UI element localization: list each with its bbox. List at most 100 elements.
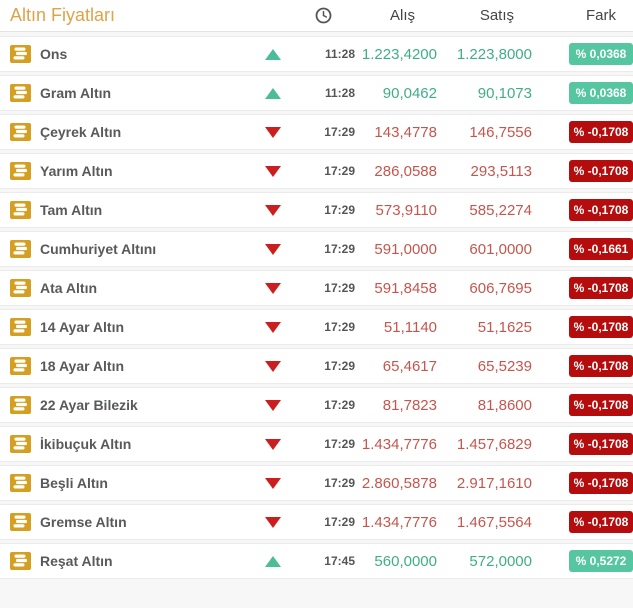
change-badge: % -0,1708 [569, 121, 633, 143]
gold-coins-icon [10, 318, 31, 336]
buy-price: 51,1140 [383, 318, 437, 336]
sell-price: 146,7556 [469, 123, 532, 141]
change-badge: % -0,1708 [569, 394, 633, 416]
update-time: 17:29 [324, 203, 355, 217]
trend-down-icon [265, 126, 281, 138]
instrument-name: Ons [40, 46, 68, 62]
update-time: 11:28 [324, 86, 355, 100]
gold-coins-icon [10, 45, 31, 63]
instrument-name: Beşli Altın [40, 475, 108, 491]
instrument-name: Çeyrek Altın [40, 124, 122, 140]
update-time: 17:29 [324, 437, 355, 451]
table-row[interactable]: Çeyrek Altın 17:29 143,4778 146,7556 % -… [0, 114, 633, 150]
table-row[interactable]: Reşat Altın 17:45 560,0000 572,0000 % 0,… [0, 543, 633, 579]
update-time: 17:29 [324, 515, 355, 529]
update-time: 17:29 [324, 125, 355, 139]
buy-price: 81,7823 [382, 396, 437, 414]
instrument-name: Tam Altın [40, 202, 103, 218]
sell-price: 2.917,1610 [456, 474, 532, 492]
buy-price: 560,0000 [374, 552, 437, 570]
table-row[interactable]: 18 Ayar Altın 17:29 65,4617 65,5239 % -0… [0, 348, 633, 384]
gold-coins-icon [10, 84, 31, 102]
page-title: Altın Fiyatları [10, 5, 116, 25]
update-time: 11:28 [324, 47, 355, 61]
trend-down-icon [265, 399, 281, 411]
table-row[interactable]: İkibuçuk Altın 17:29 1.434,7776 1.457,68… [0, 426, 633, 462]
table-row[interactable]: Beşli Altın 17:29 2.860,5878 2.917,1610 … [0, 465, 633, 501]
change-badge: % 0,0368 [569, 43, 633, 65]
trend-down-icon [265, 477, 281, 489]
instrument-name: Cumhuriyet Altını [40, 241, 157, 257]
trend-down-icon [265, 321, 281, 333]
gold-coins-icon [10, 435, 31, 453]
column-header-buy: Alış [389, 7, 415, 24]
sell-price: 65,5239 [477, 357, 532, 375]
sell-price: 293,5113 [470, 162, 532, 180]
gold-coins-icon [10, 240, 31, 258]
buy-price: 1.223,4200 [361, 45, 437, 63]
instrument-name: Yarım Altın [40, 163, 113, 179]
sell-price: 90,1073 [477, 84, 532, 102]
gold-coins-icon [10, 513, 31, 531]
gold-prices-widget: Altın Fiyatları Alış Satış Fark Ons 11:2… [0, 0, 633, 608]
gold-coins-icon [10, 552, 31, 570]
trend-down-icon [265, 243, 281, 255]
table-row[interactable]: Gram Altın 11:28 90,0462 90,1073 % 0,036… [0, 75, 633, 111]
gold-coins-icon [10, 396, 31, 414]
buy-price: 1.434,7776 [361, 513, 437, 531]
trend-down-icon [265, 516, 281, 528]
trend-up-icon [265, 87, 281, 99]
gold-coins-icon [10, 474, 31, 492]
update-time: 17:29 [324, 281, 355, 295]
gold-coins-icon [10, 162, 31, 180]
trend-up-icon [265, 555, 281, 567]
table-row[interactable]: Tam Altın 17:29 573,9110 585,2274 % -0,1… [0, 192, 633, 228]
instrument-name: Ata Altın [40, 280, 98, 296]
change-badge: % 0,5272 [569, 550, 633, 572]
trend-down-icon [265, 282, 281, 294]
update-time: 17:29 [324, 359, 355, 373]
table-row[interactable]: Yarım Altın 17:29 286,0588 293,5113 % -0… [0, 153, 633, 189]
change-badge: % -0,1708 [569, 355, 633, 377]
update-time: 17:29 [324, 476, 355, 490]
update-time: 17:29 [324, 320, 355, 334]
column-header-sell: Satış [479, 7, 514, 24]
change-badge: % -0,1661 [569, 238, 633, 260]
change-badge: % -0,1708 [569, 472, 633, 494]
trend-down-icon [265, 165, 281, 177]
instrument-name: 22 Ayar Bilezik [40, 397, 138, 413]
trend-up-icon [265, 48, 281, 60]
buy-price: 591,0000 [374, 240, 437, 258]
table-header: Altın Fiyatları Alış Satış Fark [0, 0, 633, 32]
update-time: 17:29 [324, 164, 355, 178]
sell-price: 601,0000 [469, 240, 532, 258]
table-row[interactable]: Gremse Altın 17:29 1.434,7776 1.467,5564… [0, 504, 633, 540]
instrument-name: Gram Altın [40, 85, 112, 101]
table-row[interactable]: Cumhuriyet Altını 17:29 591,0000 601,000… [0, 231, 633, 267]
update-time: 17:29 [324, 398, 355, 412]
clock-icon [315, 7, 332, 24]
table-row[interactable]: 22 Ayar Bilezik 17:29 81,7823 81,8600 % … [0, 387, 633, 423]
trend-down-icon [265, 360, 281, 372]
gold-coins-icon [10, 279, 31, 297]
table-row[interactable]: Ons 11:28 1.223,4200 1.223,8000 % 0,0368 [0, 36, 633, 72]
trend-down-icon [265, 438, 281, 450]
sell-price: 1.223,8000 [456, 45, 532, 63]
change-badge: % 0,0368 [569, 82, 633, 104]
buy-price: 90,0462 [382, 84, 437, 102]
sell-price: 1.467,5564 [456, 513, 532, 531]
table-row[interactable]: Ata Altın 17:29 591,8458 606,7695 % -0,1… [0, 270, 633, 306]
gold-coins-icon [10, 357, 31, 375]
change-badge: % -0,1708 [569, 160, 633, 182]
change-badge: % -0,1708 [569, 316, 633, 338]
buy-price: 573,9110 [375, 201, 437, 219]
gold-coins-icon [10, 201, 31, 219]
instrument-name: 18 Ayar Altın [40, 358, 125, 374]
change-badge: % -0,1708 [569, 277, 633, 299]
buy-price: 143,4778 [374, 123, 437, 141]
instrument-name: Gremse Altın [40, 514, 127, 530]
sell-price: 81,8600 [477, 396, 532, 414]
table-row[interactable]: 14 Ayar Altın 17:29 51,1140 51,1625 % -0… [0, 309, 633, 345]
sell-price: 51,1625 [477, 318, 532, 336]
change-badge: % -0,1708 [569, 511, 633, 533]
